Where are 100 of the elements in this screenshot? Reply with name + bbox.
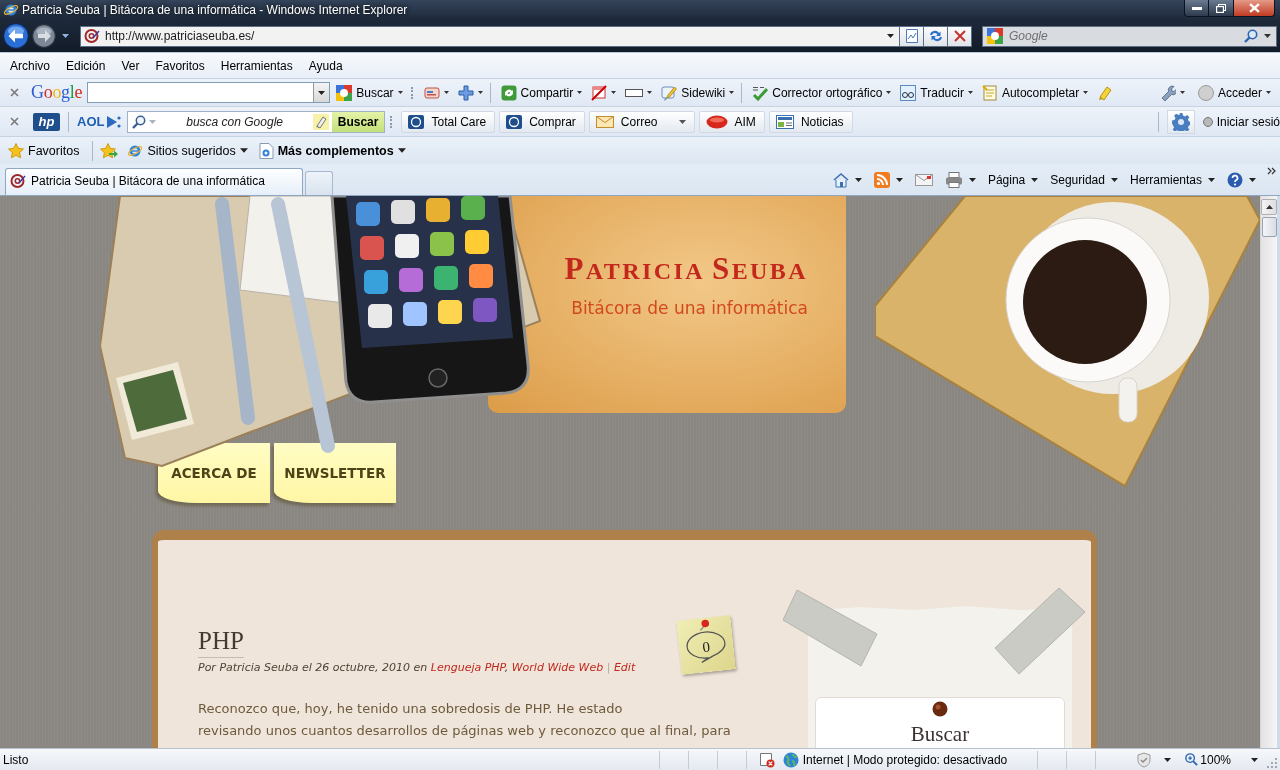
caret-icon xyxy=(1179,91,1185,94)
close-button[interactable] xyxy=(1234,0,1275,17)
settings-button[interactable] xyxy=(1166,109,1195,134)
plus-icon xyxy=(457,84,474,101)
stop-button[interactable] xyxy=(948,25,972,47)
nav-link[interactable]: NEWSLETTER xyxy=(274,443,396,503)
meta-link[interactable]: World Wide Web xyxy=(511,661,604,674)
menu-item[interactable]: Herramientas xyxy=(212,56,301,75)
comment-count-link[interactable]: 0 xyxy=(676,615,736,675)
caret-icon xyxy=(239,148,248,153)
chevron-icon[interactable] xyxy=(1267,167,1277,175)
compatibility-button[interactable] xyxy=(900,25,924,47)
favorites-button[interactable]: Favoritos xyxy=(8,140,84,161)
ring-tile-icon xyxy=(506,114,523,129)
toolbar-button[interactable]: Comprar xyxy=(499,110,585,133)
toolbar-button[interactable]: Sidewiki xyxy=(658,81,738,104)
security-zone-text[interactable]: Internet | Modo protegido: desactivado xyxy=(802,752,1008,767)
toolbar-button[interactable]: Noticias xyxy=(768,110,853,133)
toolbar-button[interactable]: Total Care xyxy=(401,110,496,133)
pencil-note-icon xyxy=(661,84,678,101)
target-icon xyxy=(10,173,26,189)
caret-icon xyxy=(967,91,973,94)
command-button[interactable]: Página xyxy=(982,168,1044,191)
caret-icon xyxy=(443,91,449,94)
meta-link[interactable]: Lengueja PHP xyxy=(430,661,505,674)
toolbar-button[interactable]: Corrector ortográfico xyxy=(749,81,895,104)
caret-icon[interactable] xyxy=(62,34,69,38)
window-icon xyxy=(775,114,794,129)
blocked-page-icon[interactable] xyxy=(758,751,775,768)
caret-icon xyxy=(895,177,903,182)
caret-icon xyxy=(1251,757,1258,762)
security-button[interactable] xyxy=(1136,751,1172,768)
refresh-icon xyxy=(927,29,944,43)
pencil-icon[interactable] xyxy=(312,113,329,130)
scrollbar-thumb[interactable] xyxy=(1261,217,1277,237)
notepad-icon xyxy=(981,84,998,101)
globe-icon xyxy=(782,751,799,768)
site-title[interactable]: PATRICIA SEUBA xyxy=(564,252,808,292)
post-title[interactable]: PHP xyxy=(198,628,244,658)
logo-button[interactable]: AOL xyxy=(77,114,123,129)
zoom-button[interactable]: 100% xyxy=(1185,752,1258,767)
favorites-link[interactable]: Más complementos xyxy=(257,140,410,161)
search-button[interactable]: Buscar xyxy=(331,111,385,132)
menu-item[interactable]: Favoritos xyxy=(147,56,213,75)
search-input[interactable]: busca con Google xyxy=(159,114,310,129)
tab[interactable]: Patricia Seuba | Bitácora de una informática xyxy=(5,168,303,195)
meta-link[interactable]: Edit xyxy=(613,661,636,674)
logo-badge[interactable]: hp xyxy=(33,112,60,131)
maximize-button[interactable] xyxy=(1209,0,1234,17)
address-field[interactable]: http://www.patriciaseuba.es/ xyxy=(80,25,900,47)
forward-icon[interactable] xyxy=(32,24,56,48)
menu-item[interactable]: Ayuda xyxy=(300,56,351,75)
toolbar-button[interactable]: Compartir xyxy=(497,81,586,104)
tile-icon xyxy=(336,84,353,101)
close-icon[interactable] xyxy=(10,117,19,126)
pin-icon xyxy=(932,701,948,717)
back-icon[interactable] xyxy=(3,23,29,49)
search-field[interactable]: busca con Google Buscar xyxy=(127,110,386,133)
refresh-button[interactable] xyxy=(924,25,948,47)
favorites-link[interactable]: Sitios sugeridos xyxy=(127,140,252,161)
toolbar-button[interactable]: AIM xyxy=(698,110,765,133)
caret-icon xyxy=(477,91,483,94)
caret-icon xyxy=(1266,91,1271,94)
caret-icon xyxy=(968,177,976,182)
toolbar-button[interactable]: Acceder xyxy=(1194,81,1274,104)
search-input[interactable]: Google xyxy=(1009,29,1238,43)
toolbar-button[interactable]: Buscar xyxy=(333,81,406,104)
toolbar-button[interactable]: Autocompletar xyxy=(978,81,1092,104)
scrollbar-track[interactable] xyxy=(1260,196,1277,748)
blocked-window-icon xyxy=(591,84,608,101)
close-icon xyxy=(1248,3,1260,13)
search-field[interactable]: Google xyxy=(982,25,1277,47)
star-icon xyxy=(8,142,24,159)
menu-item[interactable]: Archivo xyxy=(2,56,58,75)
add-favorite-icon[interactable] xyxy=(100,142,119,159)
pin-icon xyxy=(697,618,711,632)
search-icon[interactable] xyxy=(132,114,147,129)
window-title: Patricia Seuba | Bitácora de una informática - Windows Internet Explorer xyxy=(22,3,408,17)
caret-icon[interactable] xyxy=(1264,34,1271,38)
dropdown-button[interactable] xyxy=(313,83,330,102)
shield-icon xyxy=(1136,751,1153,768)
resize-grip-icon[interactable] xyxy=(1266,756,1278,769)
command-button[interactable]: Herramientas xyxy=(1124,168,1220,191)
page-icon xyxy=(257,142,274,159)
search-field[interactable] xyxy=(87,82,331,103)
close-icon[interactable] xyxy=(10,88,19,97)
url-input[interactable]: http://www.patriciaseuba.es/ xyxy=(105,29,882,43)
sign-in-button[interactable]: Iniciar sesió xyxy=(1202,114,1280,129)
toolbar-button[interactable]: Correo xyxy=(588,110,695,133)
target-icon xyxy=(84,28,100,44)
menu-item[interactable]: Ver xyxy=(113,56,148,75)
command-button[interactable]: Seguridad xyxy=(1045,168,1123,191)
minimize-icon xyxy=(1191,6,1202,10)
search-icon[interactable] xyxy=(1244,29,1258,43)
toolbar-button[interactable]: Traducir xyxy=(897,81,976,104)
menu-item[interactable]: Edición xyxy=(58,56,114,75)
logo-text: Google xyxy=(31,82,83,103)
caret-icon[interactable] xyxy=(887,34,894,38)
minimize-button[interactable] xyxy=(1184,0,1209,17)
scroll-up-button[interactable] xyxy=(1261,199,1277,215)
